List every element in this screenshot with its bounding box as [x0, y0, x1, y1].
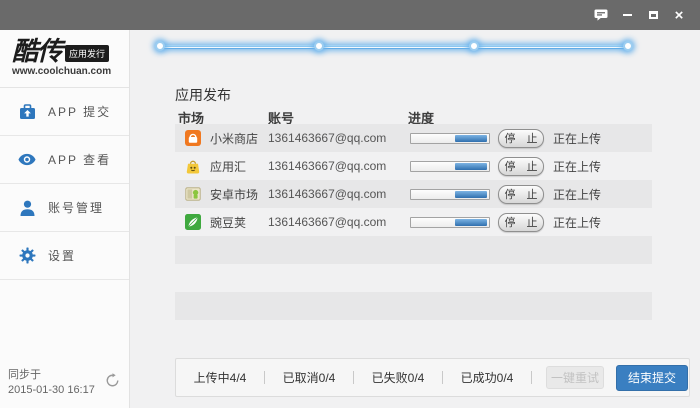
brand-name: 酷传 — [12, 36, 63, 66]
retry-all-button: 一键重试 — [546, 366, 604, 389]
stepper-node-1 — [155, 41, 165, 51]
upload-status: 正在上传 — [553, 159, 602, 174]
table-row: 小米商店 1361463667@qq.com 停 止 正在上传 — [175, 124, 652, 152]
stepper-line — [160, 45, 628, 49]
market-name: 豌豆荚 — [210, 215, 247, 230]
title-bar: × — [0, 0, 700, 30]
sidebar-item-label: APP 提交 — [48, 105, 112, 119]
table-body: 小米商店 1361463667@qq.com 停 止 正在上传 应用汇 1361… — [175, 124, 652, 320]
sync-timestamp: 2015-01-30 16:17 — [8, 384, 95, 397]
progress-fill — [455, 162, 488, 170]
account-email: 1361463667@qq.com — [268, 131, 387, 145]
stop-button[interactable]: 停 止 — [498, 128, 544, 148]
upload-progress-bar — [410, 132, 490, 144]
eye-icon — [18, 151, 36, 169]
sync-status: 同步于 2015-01-30 16:17 — [0, 368, 130, 398]
progress-fill — [455, 134, 488, 142]
maximize-icon[interactable] — [640, 4, 666, 26]
stat-divider — [531, 371, 532, 384]
upload-progress-bar — [410, 160, 490, 172]
sidebar-item-label: APP 查看 — [48, 153, 112, 167]
close-icon[interactable]: × — [666, 4, 692, 26]
finish-submit-button[interactable]: 结束提交 — [616, 364, 688, 391]
page-title: 应用发布 — [175, 87, 231, 103]
market-name: 应用汇 — [210, 159, 247, 174]
table-row: 豌豆荚 1361463667@qq.com 停 止 正在上传 — [175, 208, 652, 236]
minimize-icon[interactable] — [614, 4, 640, 26]
empty-table-row — [175, 292, 652, 320]
sidebar-item-account-manage[interactable]: 账号管理 — [0, 184, 129, 232]
table-row: 安卓市场 1361463667@qq.com 停 止 正在上传 — [175, 180, 652, 208]
app-logo: 酷传 应用发行 www.coolchuan.com — [0, 30, 129, 88]
market-name: 安卓市场 — [210, 187, 259, 202]
stepper-node-2 — [314, 41, 325, 51]
feedback-icon[interactable] — [588, 4, 614, 26]
upload-progress-bar — [410, 216, 490, 228]
empty-table-row — [175, 236, 652, 264]
refresh-icon[interactable] — [105, 373, 120, 393]
stepper-node-4 — [623, 41, 633, 51]
stop-button[interactable]: 停 止 — [498, 184, 544, 204]
sidebar-item-app-submit[interactable]: APP 提交 — [0, 88, 129, 136]
stop-button[interactable]: 停 止 — [498, 212, 544, 232]
stat-uploading: 上传中4/4 — [193, 371, 247, 385]
stepper-node-3 — [468, 41, 479, 51]
stat-failed: 已失败0/4 — [371, 371, 425, 385]
account-email: 1361463667@qq.com — [268, 187, 387, 201]
footer-toolbar: 上传中4/4 已取消0/4 已失败0/4 已成功0/4 一键重试 结束提交 — [175, 358, 690, 397]
market-app-icon — [185, 186, 201, 202]
upload-status: 正在上传 — [553, 131, 602, 146]
upload-status: 正在上传 — [553, 215, 602, 230]
stat-succeeded: 已成功0/4 — [460, 371, 514, 385]
sidebar-item-label: 账号管理 — [48, 201, 105, 215]
market-app-icon — [185, 214, 201, 230]
sidebar-item-settings[interactable]: 设置 — [0, 232, 129, 280]
progress-stepper — [155, 41, 633, 51]
sync-label: 同步于 — [8, 369, 41, 382]
sidebar-item-label: 设置 — [48, 249, 77, 263]
table-row: 应用汇 1361463667@qq.com 停 止 正在上传 — [175, 152, 652, 180]
sidebar-item-app-view[interactable]: APP 查看 — [0, 136, 129, 184]
empty-table-row — [175, 264, 652, 292]
stop-button[interactable]: 停 止 — [498, 156, 544, 176]
upload-progress-bar — [410, 188, 490, 200]
market-name: 小米商店 — [210, 131, 259, 146]
sidebar: 酷传 应用发行 www.coolchuan.com APP 提交 APP 查看 — [0, 30, 130, 408]
account-email: 1361463667@qq.com — [268, 215, 387, 229]
gear-icon — [18, 247, 36, 265]
briefcase-upload-icon — [18, 103, 36, 121]
upload-status: 正在上传 — [553, 187, 602, 202]
main-panel: 应用发布 市场 账号 进度 小米商店 1361463667@qq.com 停 止… — [130, 30, 700, 408]
user-icon — [18, 199, 36, 217]
market-app-icon — [185, 130, 201, 146]
stat-cancelled: 已取消0/4 — [282, 371, 336, 385]
account-email: 1361463667@qq.com — [268, 159, 387, 173]
brand-website: www.coolchuan.com — [12, 66, 112, 77]
market-app-icon — [185, 158, 201, 174]
progress-fill — [455, 218, 488, 226]
progress-fill — [455, 190, 488, 198]
brand-badge: 应用发行 — [65, 45, 110, 62]
